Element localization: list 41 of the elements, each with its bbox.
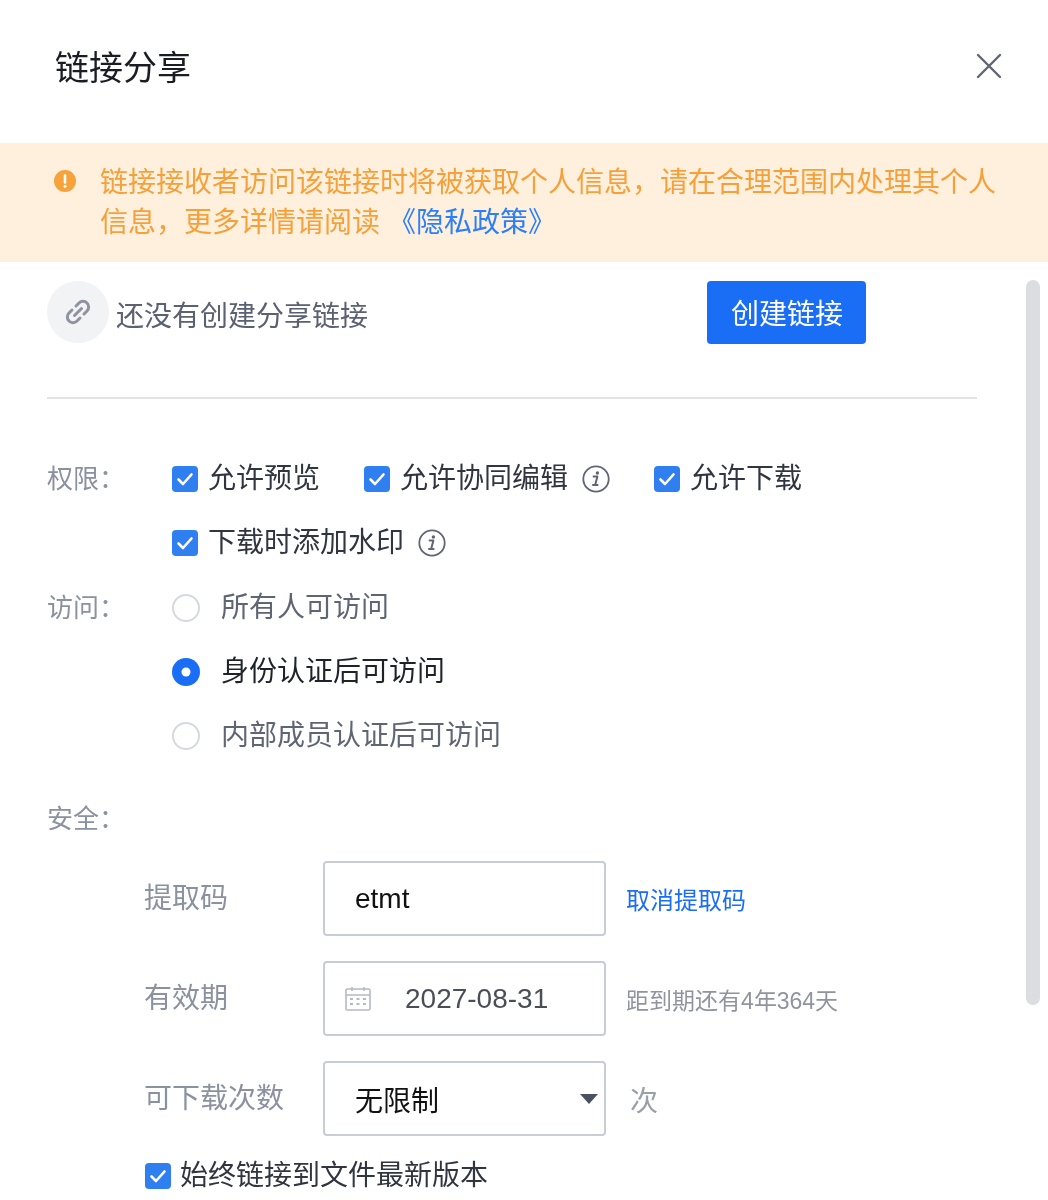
calendar-icon (345, 985, 371, 1012)
radio-button[interactable] (172, 594, 200, 622)
field-label: 提取码 (144, 881, 228, 916)
access-option-label[interactable]: 所有人可访问 (221, 588, 389, 628)
warning-icon (54, 170, 76, 192)
checkbox[interactable] (654, 466, 680, 492)
unit-label: 次 (630, 1084, 658, 1119)
checkbox[interactable] (145, 1163, 171, 1189)
radio-button[interactable] (172, 722, 200, 750)
create-link-button[interactable]: 创建链接 (707, 280, 866, 344)
permission-label[interactable]: 允许预览 (208, 459, 320, 499)
access-option-label[interactable]: 身份认证后可访问 (221, 652, 445, 692)
close-icon (976, 53, 1002, 79)
cancel-code-link[interactable]: 取消提取码 (626, 881, 746, 916)
checkbox[interactable] (172, 466, 198, 492)
checkbox[interactable] (172, 530, 198, 556)
permission-label[interactable]: 允许下载 (690, 459, 802, 499)
field-label: 有效期 (144, 981, 228, 1016)
info-icon[interactable] (582, 465, 610, 493)
dialog-title: 链接分享 (55, 48, 191, 89)
download-count-select[interactable]: 无限制 (323, 1061, 606, 1136)
extraction-code-field[interactable]: etmt (323, 861, 606, 936)
radio-button[interactable] (172, 658, 200, 686)
link-icon (47, 281, 109, 343)
access-label: 访问： (47, 592, 125, 625)
checkbox[interactable] (364, 466, 390, 492)
access-option-label[interactable]: 内部成员认证后可访问 (221, 716, 501, 756)
info-icon[interactable] (418, 529, 446, 557)
security-label: 安全： (47, 803, 125, 836)
permission-label[interactable]: 允许协同编辑 (400, 459, 568, 499)
permission-label[interactable]: 下载时添加水印 (208, 523, 404, 563)
latest-version-label[interactable]: 始终链接到文件最新版本 (180, 1156, 488, 1196)
caret-icon (580, 1093, 598, 1104)
expiry-hint: 距到期还有4年364天 (626, 986, 839, 1016)
permissions-label: 权限： (47, 463, 125, 496)
field-label: 可下载次数 (144, 1081, 284, 1116)
link-status-text: 还没有创建分享链接 (116, 300, 368, 334)
scrollbar-thumb[interactable] (1026, 280, 1040, 1005)
close-button[interactable] (976, 53, 1002, 79)
notice-text: 链接接收者访问该链接时将被获取个人信息，请在合理范围内处理其个人信息，更多详情请阅读 《隐私政策》 (100, 166, 997, 240)
date-field[interactable]: 2027-08-31 (323, 961, 606, 1036)
